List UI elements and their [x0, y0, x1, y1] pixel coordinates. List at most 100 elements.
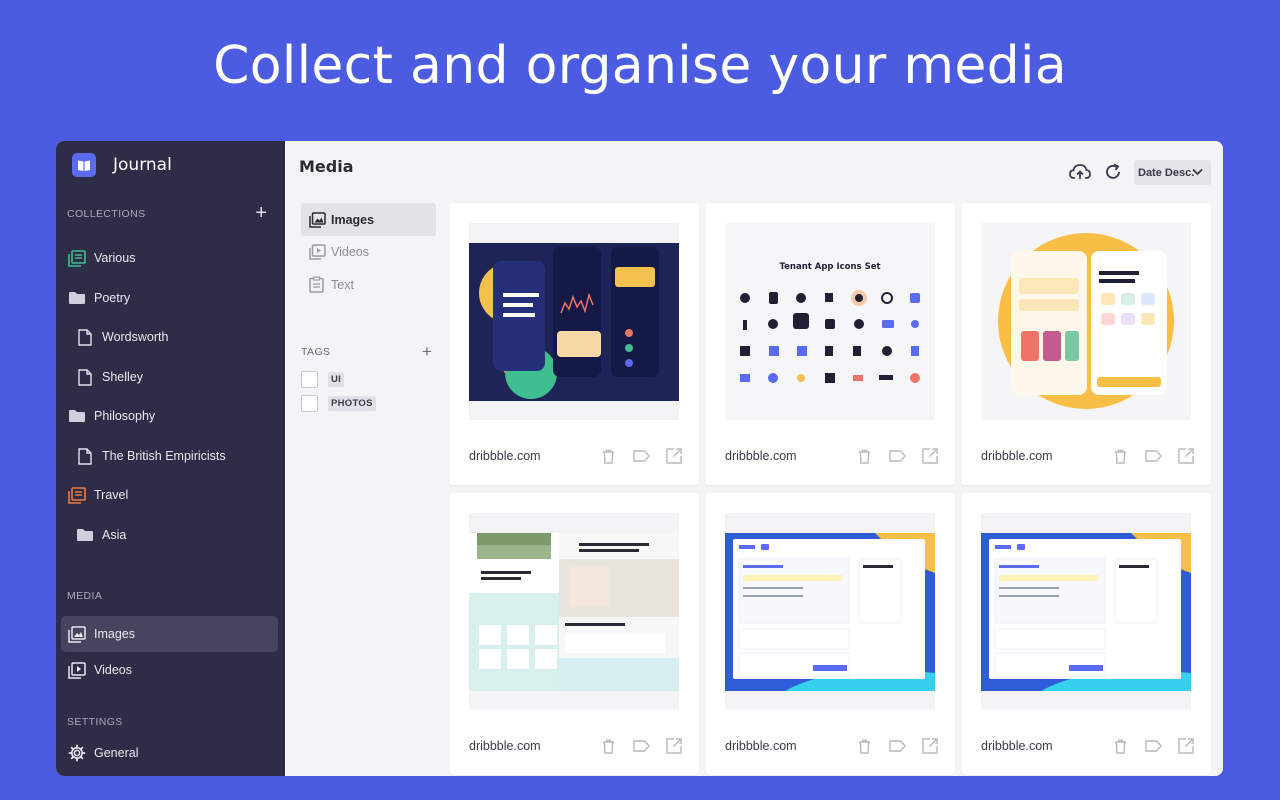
- sort-value: Date Desc.: [1138, 166, 1195, 179]
- text-icon: [309, 276, 326, 293]
- external-link-icon[interactable]: [1175, 735, 1197, 757]
- collection-icon: [68, 486, 86, 504]
- tag-icon[interactable]: [630, 445, 652, 467]
- hero-title: Collect and organise your media: [213, 36, 1067, 96]
- gear-icon: [68, 744, 86, 762]
- filter-videos[interactable]: Videos: [301, 235, 436, 268]
- card-footer: dribbble.com: [469, 735, 685, 757]
- sidebar-item-wordsworth[interactable]: Wordsworth: [76, 325, 168, 349]
- media-card[interactable]: dribbble.com: [449, 203, 699, 485]
- tag-row-photos[interactable]: PHOTOS: [301, 395, 376, 412]
- external-link-icon[interactable]: [919, 735, 941, 757]
- sidebar-item-label: Wordsworth: [102, 330, 169, 344]
- tag-checkbox[interactable]: [301, 371, 318, 388]
- trash-icon[interactable]: [1109, 445, 1131, 467]
- sidebar: Journal COLLECTIONS + Various Poetry Wor…: [56, 141, 285, 776]
- tag-row-ui[interactable]: UI: [301, 371, 345, 388]
- sidebar-item-poetry[interactable]: Poetry: [68, 286, 130, 310]
- tag-icon[interactable]: [630, 735, 652, 757]
- external-link-icon[interactable]: [1175, 445, 1197, 467]
- tag-icon[interactable]: [886, 445, 908, 467]
- thumbnail-image[interactable]: [725, 513, 935, 710]
- sidebar-item-videos[interactable]: Videos: [68, 658, 132, 682]
- app-window: Journal COLLECTIONS + Various Poetry Wor…: [56, 141, 1223, 776]
- add-tag-button[interactable]: +: [422, 342, 432, 362]
- document-icon: [76, 447, 94, 465]
- sidebar-item-label: Poetry: [94, 291, 131, 305]
- tag-checkbox[interactable]: [301, 395, 318, 412]
- folder-icon: [76, 526, 94, 544]
- sidebar-item-various[interactable]: Various: [68, 246, 135, 270]
- sidebar-item-images[interactable]: Images: [68, 622, 135, 646]
- upload-cloud-icon[interactable]: [1069, 163, 1091, 185]
- settings-label: SETTINGS: [67, 716, 123, 728]
- main-panel: Media Date Desc. Images Videos Text TAGS…: [285, 141, 1223, 776]
- collection-icon: [68, 249, 86, 267]
- card-source: dribbble.com: [725, 449, 797, 463]
- trash-icon[interactable]: [597, 445, 619, 467]
- thumbnail-image[interactable]: Tenant App Icons Set: [725, 223, 935, 420]
- tag-chip: PHOTOS: [328, 396, 376, 411]
- document-icon: [76, 368, 94, 386]
- sort-dropdown[interactable]: Date Desc.: [1134, 160, 1211, 185]
- app-name: Journal: [113, 155, 172, 175]
- filter-images[interactable]: Images: [301, 203, 436, 236]
- tag-icon[interactable]: [1142, 445, 1164, 467]
- sidebar-item-label: Videos: [94, 663, 132, 677]
- sidebar-item-label: Travel: [94, 488, 129, 502]
- filter-label: Videos: [331, 244, 369, 259]
- sidebar-item-label: General: [94, 746, 139, 760]
- thumbnail-image[interactable]: [981, 513, 1191, 710]
- sidebar-item-label: Philosophy: [94, 409, 156, 423]
- external-link-icon[interactable]: [919, 445, 941, 467]
- sidebar-item-asia[interactable]: Asia: [76, 523, 126, 547]
- brand[interactable]: Journal: [72, 153, 172, 177]
- sidebar-item-general[interactable]: General: [68, 741, 138, 765]
- card-footer: dribbble.com: [469, 445, 685, 467]
- collections-label: COLLECTIONS: [67, 208, 146, 220]
- chevron-down-icon: [1192, 167, 1203, 179]
- trash-icon[interactable]: [597, 735, 619, 757]
- sidebar-item-label: Shelley: [102, 370, 143, 384]
- media-card[interactable]: dribbble.com: [705, 493, 955, 775]
- tag-chip: UI: [328, 372, 345, 387]
- filter-label: Text: [331, 277, 354, 292]
- card-source: dribbble.com: [981, 739, 1053, 753]
- card-footer: dribbble.com: [981, 445, 1197, 467]
- thumbnail-image[interactable]: [469, 223, 679, 420]
- sidebar-item-label: Images: [94, 627, 135, 641]
- sidebar-item-british-empiricists[interactable]: The British Empiricists: [76, 444, 226, 468]
- image-icon: [68, 625, 86, 643]
- sidebar-item-philosophy[interactable]: Philosophy: [68, 404, 155, 428]
- tag-icon[interactable]: [1142, 735, 1164, 757]
- video-icon: [68, 661, 86, 679]
- sidebar-item-travel[interactable]: Travel: [68, 483, 128, 507]
- card-source: dribbble.com: [469, 739, 541, 753]
- add-collection-button[interactable]: +: [255, 203, 267, 223]
- thumbnail-image[interactable]: [981, 223, 1191, 420]
- folder-icon: [68, 407, 86, 425]
- tags-label: TAGS: [301, 346, 331, 358]
- external-link-icon[interactable]: [663, 445, 685, 467]
- image-icon: [309, 211, 326, 228]
- refresh-icon[interactable]: [1105, 163, 1121, 185]
- page-title: Media: [299, 157, 354, 176]
- media-card[interactable]: Tenant App Icons Set dribbble.com: [705, 203, 955, 485]
- sidebar-item-shelley[interactable]: Shelley: [76, 365, 143, 389]
- external-link-icon[interactable]: [663, 735, 685, 757]
- trash-icon[interactable]: [853, 445, 875, 467]
- book-icon: [72, 153, 96, 177]
- thumbnail-image[interactable]: [469, 513, 679, 710]
- thumbnail-caption: Tenant App Icons Set: [779, 262, 880, 272]
- tag-icon[interactable]: [886, 735, 908, 757]
- trash-icon[interactable]: [1109, 735, 1131, 757]
- filter-text[interactable]: Text: [301, 268, 436, 301]
- sidebar-item-label: Asia: [102, 528, 127, 542]
- media-card[interactable]: dribbble.com: [449, 493, 699, 775]
- media-card[interactable]: dribbble.com: [961, 203, 1211, 485]
- card-footer: dribbble.com: [981, 735, 1197, 757]
- folder-icon: [68, 289, 86, 307]
- trash-icon[interactable]: [853, 735, 875, 757]
- card-footer: dribbble.com: [725, 445, 941, 467]
- media-card[interactable]: dribbble.com: [961, 493, 1211, 775]
